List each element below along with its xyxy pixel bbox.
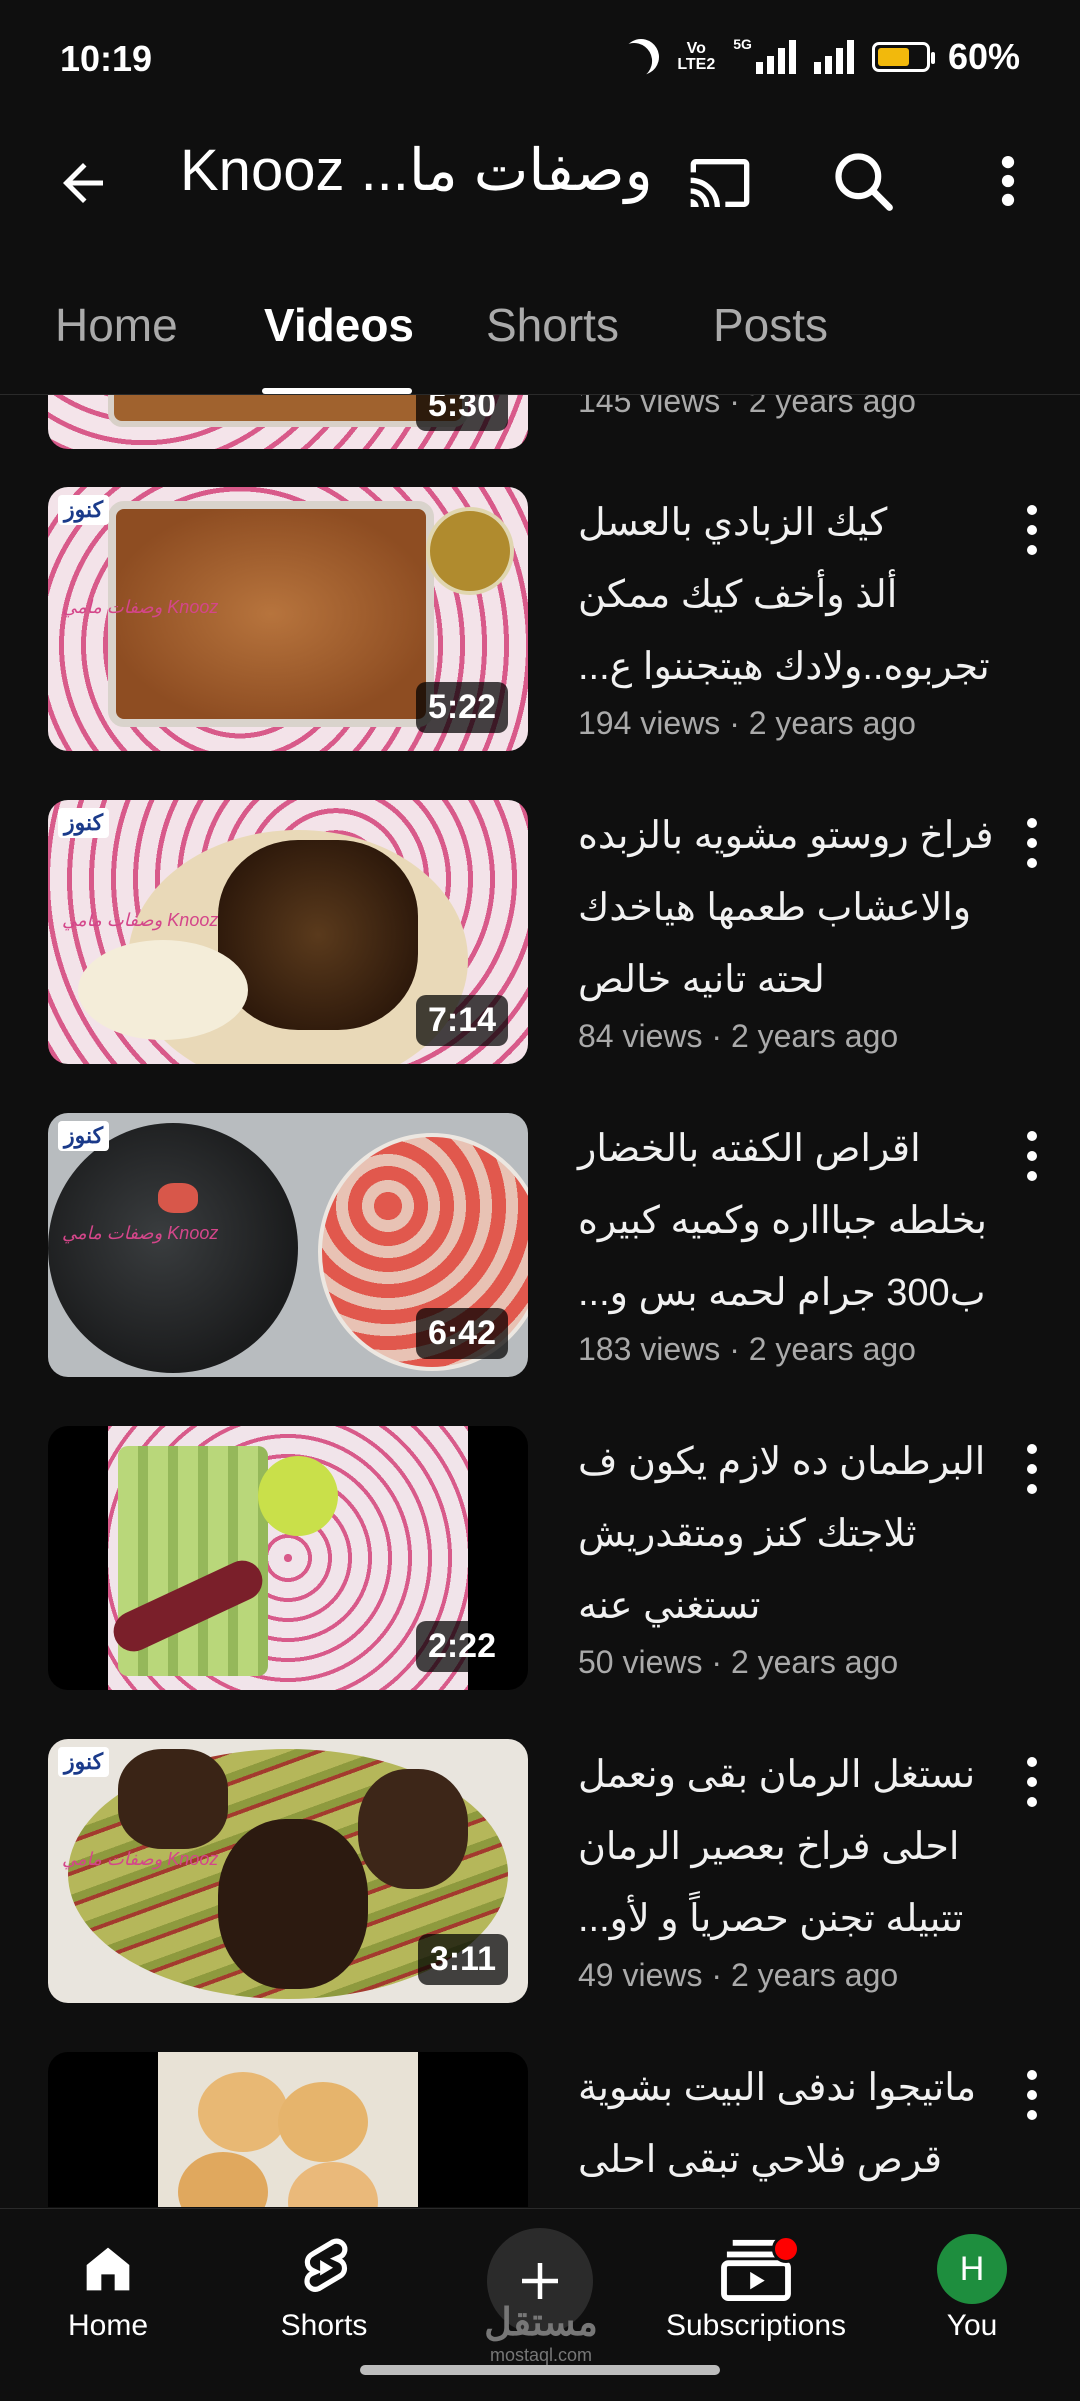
app-bar: Knooz ...وصفات ما [0,120,1080,240]
video-item[interactable]: 2:22 البرطمان ده لازم يكون ف ثلاجتك كنز … [0,1426,1080,1690]
video-title[interactable]: كيك الزبادي بالعسل ألذ وأخف كيك ممكن تجر… [578,487,1008,703]
video-more-icon[interactable] [1026,1444,1038,1494]
video-item[interactable]: كنوز وصفات مامي Knooz 5:22 كيك الزبادي ب… [0,487,1080,751]
nav-shorts[interactable]: Shorts [224,2229,424,2343]
video-title[interactable]: فراخ روستو مشويه بالزبده والاعشاب طعمها … [578,800,1008,1016]
video-thumbnail[interactable]: كنوز وصفات مامي Knooz 5:22 [48,487,528,751]
video-title[interactable]: اقراص الكفته بالخضار بخلطه جباااره وكميه… [578,1113,1008,1329]
video-item[interactable]: كنوز وصفات مامي Knooz 7:14 فراخ روستو مش… [0,800,1080,1064]
video-duration: 5:30 [415,395,508,431]
video-item[interactable]: ماتيجوا ندفى البيت بشوية قرص فلاحي تبقى … [0,2052,1080,2207]
video-more-icon[interactable] [1026,505,1038,555]
video-list[interactable]: 5:30 145 views · 2 years ago كنوز وصفات … [0,395,1080,2207]
gesture-bar[interactable] [360,2365,720,2375]
search-icon[interactable] [826,144,902,220]
video-meta: 49 views · 2 years ago [578,1957,899,1993]
video-item[interactable]: كنوز وصفات مامي Knooz 3:11 نستغل الرمان … [0,1739,1080,2003]
channel-badge: كنوز [58,1747,110,1777]
video-duration: 7:14 [415,995,508,1046]
video-duration: 3:11 [417,1934,508,1985]
volte-icon: Vo LTE2 [677,40,716,73]
video-text: فراخ روستو مشويه بالزبده والاعشاب طعمها … [578,800,1008,1055]
video-text: كيك الزبادي بالعسل ألذ وأخف كيك ممكن تجر… [578,487,1008,742]
nav-shorts-label: Shorts [280,2309,368,2342]
nav-you-label: You [946,2309,998,2342]
subscriptions-icon [656,2229,856,2309]
active-tab-indicator [262,388,412,394]
video-title[interactable]: نستغل الرمان بقى ونعمل احلى فراخ بعصير ا… [578,1739,1008,1955]
video-text: نستغل الرمان بقى ونعمل احلى فراخ بعصير ا… [578,1739,1008,1994]
battery-percent: 60% [947,36,1020,77]
video-meta: 194 views · 2 years ago [578,705,916,741]
video-thumbnail[interactable] [48,2052,528,2207]
video-meta: 50 views · 2 years ago [578,1644,899,1680]
video-meta: 145 views · 2 years ago [578,395,916,419]
thumbnail-watermark: وصفات مامي Knooz [62,1223,219,1243]
nav-subscriptions-label: Subscriptions [665,2309,847,2342]
nav-subscriptions[interactable]: Subscriptions [656,2229,856,2343]
channel-badge: كنوز [58,495,110,525]
video-thumbnail[interactable]: كنوز وصفات مامي Knooz 7:14 [48,800,528,1064]
video-meta: 183 views · 2 years ago [578,1331,916,1367]
watermark: مستقل mostaql.com [484,2302,598,2365]
video-duration: 6:42 [415,1308,508,1359]
video-meta: 84 views · 2 years ago [578,1018,899,1054]
signal-strength-icon [755,40,796,74]
tab-home[interactable]: Home [55,298,178,352]
back-icon[interactable] [48,148,118,218]
video-duration: 2:22 [415,1621,508,1672]
video-text: ماتيجوا ندفى البيت بشوية قرص فلاحي تبقى … [578,2052,1008,2196]
video-more-icon[interactable] [1026,1757,1038,1807]
thumbnail-watermark: وصفات مامي Knooz [62,910,219,930]
video-item[interactable]: 5:30 145 views · 2 years ago [0,395,1080,449]
thumbnail-watermark: وصفات مامي Knooz [62,597,219,617]
video-item[interactable]: كنوز وصفات مامي Knooz 6:42 اقراص الكفته … [0,1113,1080,1377]
do-not-disturb-icon [617,32,666,81]
video-more-icon[interactable] [1026,1131,1038,1181]
video-duration: 5:22 [415,682,508,733]
thumbnail-watermark: وصفات مامي Knooz [62,1849,219,1869]
home-icon [8,2229,208,2309]
channel-title: Knooz ...وصفات ما [180,138,653,203]
channel-badge: كنوز [58,808,110,838]
tab-shorts[interactable]: Shorts [486,298,619,352]
video-thumbnail[interactable]: 2:22 [48,1426,528,1690]
nav-you[interactable]: H You [872,2229,1072,2343]
channel-badge: كنوز [58,1121,110,1151]
video-text: البرطمان ده لازم يكون ف ثلاجتك كنز ومتقد… [578,1426,1008,1681]
network-type: 5G [733,36,752,52]
tab-videos[interactable]: Videos [264,298,414,352]
notification-dot [772,2235,800,2263]
video-thumbnail[interactable]: كنوز وصفات مامي Knooz 3:11 [48,1739,528,2003]
nav-home-label: Home [67,2309,149,2342]
video-title[interactable]: ماتيجوا ندفى البيت بشوية قرص فلاحي تبقى … [578,2052,1008,2196]
avatar: H [872,2229,1072,2309]
status-time: 10:19 [60,38,153,79]
status-icons: Vo LTE2 5G 60% [623,36,1020,78]
status-bar: 10:19 Vo LTE2 5G 60% [0,0,1080,120]
signal-strength-2-icon [813,40,854,74]
more-options-icon[interactable] [990,146,1026,216]
video-more-icon[interactable] [1026,2070,1038,2120]
cast-icon[interactable] [680,148,760,218]
video-title[interactable]: البرطمان ده لازم يكون ف ثلاجتك كنز ومتقد… [578,1426,1008,1642]
video-thumbnail[interactable]: كنوز وصفات مامي Knooz 6:42 [48,1113,528,1377]
channel-tabs: Home Videos Shorts Posts [0,270,1080,395]
video-more-icon[interactable] [1026,818,1038,868]
nav-home[interactable]: Home [8,2229,208,2343]
tab-posts[interactable]: Posts [713,298,828,352]
video-thumbnail[interactable]: 5:30 [48,395,528,449]
video-text: اقراص الكفته بالخضار بخلطه جباااره وكميه… [578,1113,1008,1368]
shorts-icon [224,2229,424,2309]
battery-icon [871,42,935,72]
